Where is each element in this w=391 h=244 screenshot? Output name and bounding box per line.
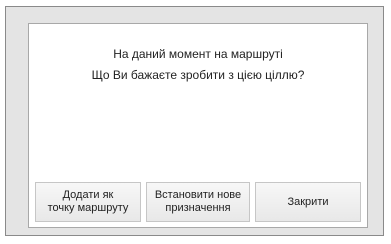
set-new-destination-label: Встановити нове призначення — [155, 189, 241, 215]
dialog-message: На даний момент на маршруті Що Ви бажаєт… — [29, 44, 367, 86]
set-new-destination-label-line-1: Встановити нове — [154, 189, 242, 201]
add-as-waypoint-button[interactable]: Додати як точку маршруту — [35, 182, 141, 222]
close-button-label: Закрити — [287, 195, 329, 208]
close-button[interactable]: Закрити — [255, 182, 361, 222]
message-line-2: Що Ви бажаєте зробити з цією ціллю? — [91, 68, 305, 82]
add-as-waypoint-label-line-1: Додати як — [62, 189, 114, 201]
set-new-destination-button[interactable]: Встановити нове призначення — [146, 182, 250, 222]
dialog-button-row: Додати як точку маршруту Встановити нове… — [35, 182, 363, 222]
add-as-waypoint-label-line-2: точку маршруту — [47, 202, 129, 214]
route-dialog: На даний момент на маршруті Що Ви бажаєт… — [28, 23, 368, 228]
navigation-screen: На даний момент на маршруті Що Ви бажаєт… — [0, 0, 391, 244]
message-line-1: На даний момент на маршруті — [113, 47, 283, 61]
set-new-destination-label-line-2: призначення — [165, 202, 231, 214]
screen-frame: На даний момент на маршруті Що Ви бажаєт… — [5, 6, 384, 236]
add-as-waypoint-label: Додати як точку маршруту — [48, 189, 129, 215]
